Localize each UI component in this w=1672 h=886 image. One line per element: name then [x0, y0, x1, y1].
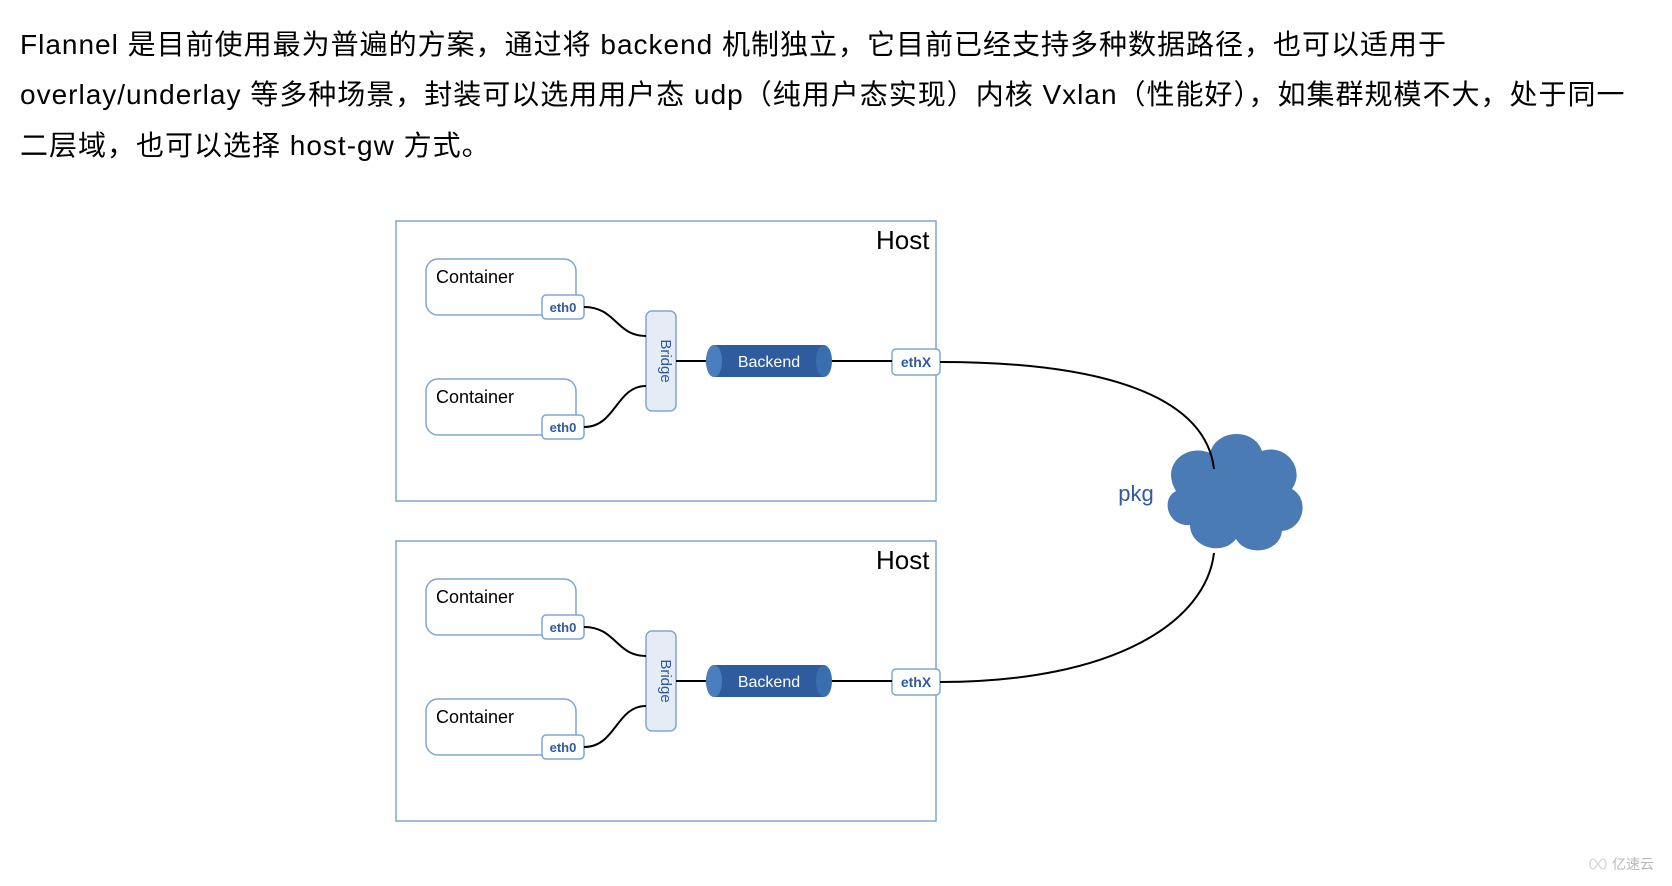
link-h1-c1-bridge: [584, 307, 646, 336]
network-diagram: Host Container eth0 Container eth0 Bridg…: [336, 201, 1336, 841]
host-2-container-1-label: Container: [436, 587, 514, 607]
host-1-container-2: Container eth0: [426, 379, 584, 439]
diagram-container: Host Container eth0 Container eth0 Bridg…: [20, 201, 1652, 841]
watermark-text: 亿速云: [1612, 854, 1654, 874]
host-2-container-2-nic: eth0: [550, 740, 577, 755]
description-text: Flannel 是目前使用最为普遍的方案，通过将 backend 机制独立，它目…: [20, 20, 1652, 171]
host-1-container-1: Container eth0: [426, 259, 584, 319]
link-h1-c2-bridge: [584, 386, 646, 427]
host-1-container-1-label: Container: [436, 267, 514, 287]
host-1-backend: Backend: [706, 345, 832, 377]
infinity-icon: [1588, 858, 1608, 870]
host-1-container-2-label: Container: [436, 387, 514, 407]
host-1-backend-label: Backend: [738, 354, 800, 371]
host-1-bridge-label: Bridge: [657, 339, 674, 382]
host-2-container-2-label: Container: [436, 707, 514, 727]
host-2-ethx: ethX: [892, 669, 940, 695]
link-h2-c1-bridge: [584, 627, 646, 656]
cloud-label: pkg: [1118, 481, 1153, 506]
host-1-container-2-nic: eth0: [550, 420, 577, 435]
host-1-bridge: Bridge: [646, 311, 676, 411]
host-2-container-1-nic: eth0: [550, 620, 577, 635]
host-2-ethx-label: ethX: [901, 674, 932, 690]
host-2-bridge-label: Bridge: [657, 659, 674, 702]
host-2-container-1: Container eth0: [426, 579, 584, 639]
host-2-bridge: Bridge: [646, 631, 676, 731]
watermark: 亿速云: [1588, 854, 1654, 874]
host-2-backend-label: Backend: [738, 674, 800, 691]
link-h1-ethx-cloud: [940, 362, 1214, 469]
host-2-container-2: Container eth0: [426, 699, 584, 759]
host-1-ethx-label: ethX: [901, 354, 932, 370]
host-2-label: Host: [876, 545, 930, 575]
host-1-container-1-nic: eth0: [550, 300, 577, 315]
link-h2-c2-bridge: [584, 706, 646, 747]
link-h2-ethx-cloud: [940, 553, 1214, 682]
host-1-ethx: ethX: [892, 349, 940, 375]
host-1-label: Host: [876, 225, 930, 255]
host-1: Host Container eth0 Container eth0 Bridg…: [396, 221, 940, 501]
host-2: Host Container eth0 Container eth0 Bridg…: [396, 541, 940, 821]
host-2-backend: Backend: [706, 665, 832, 697]
